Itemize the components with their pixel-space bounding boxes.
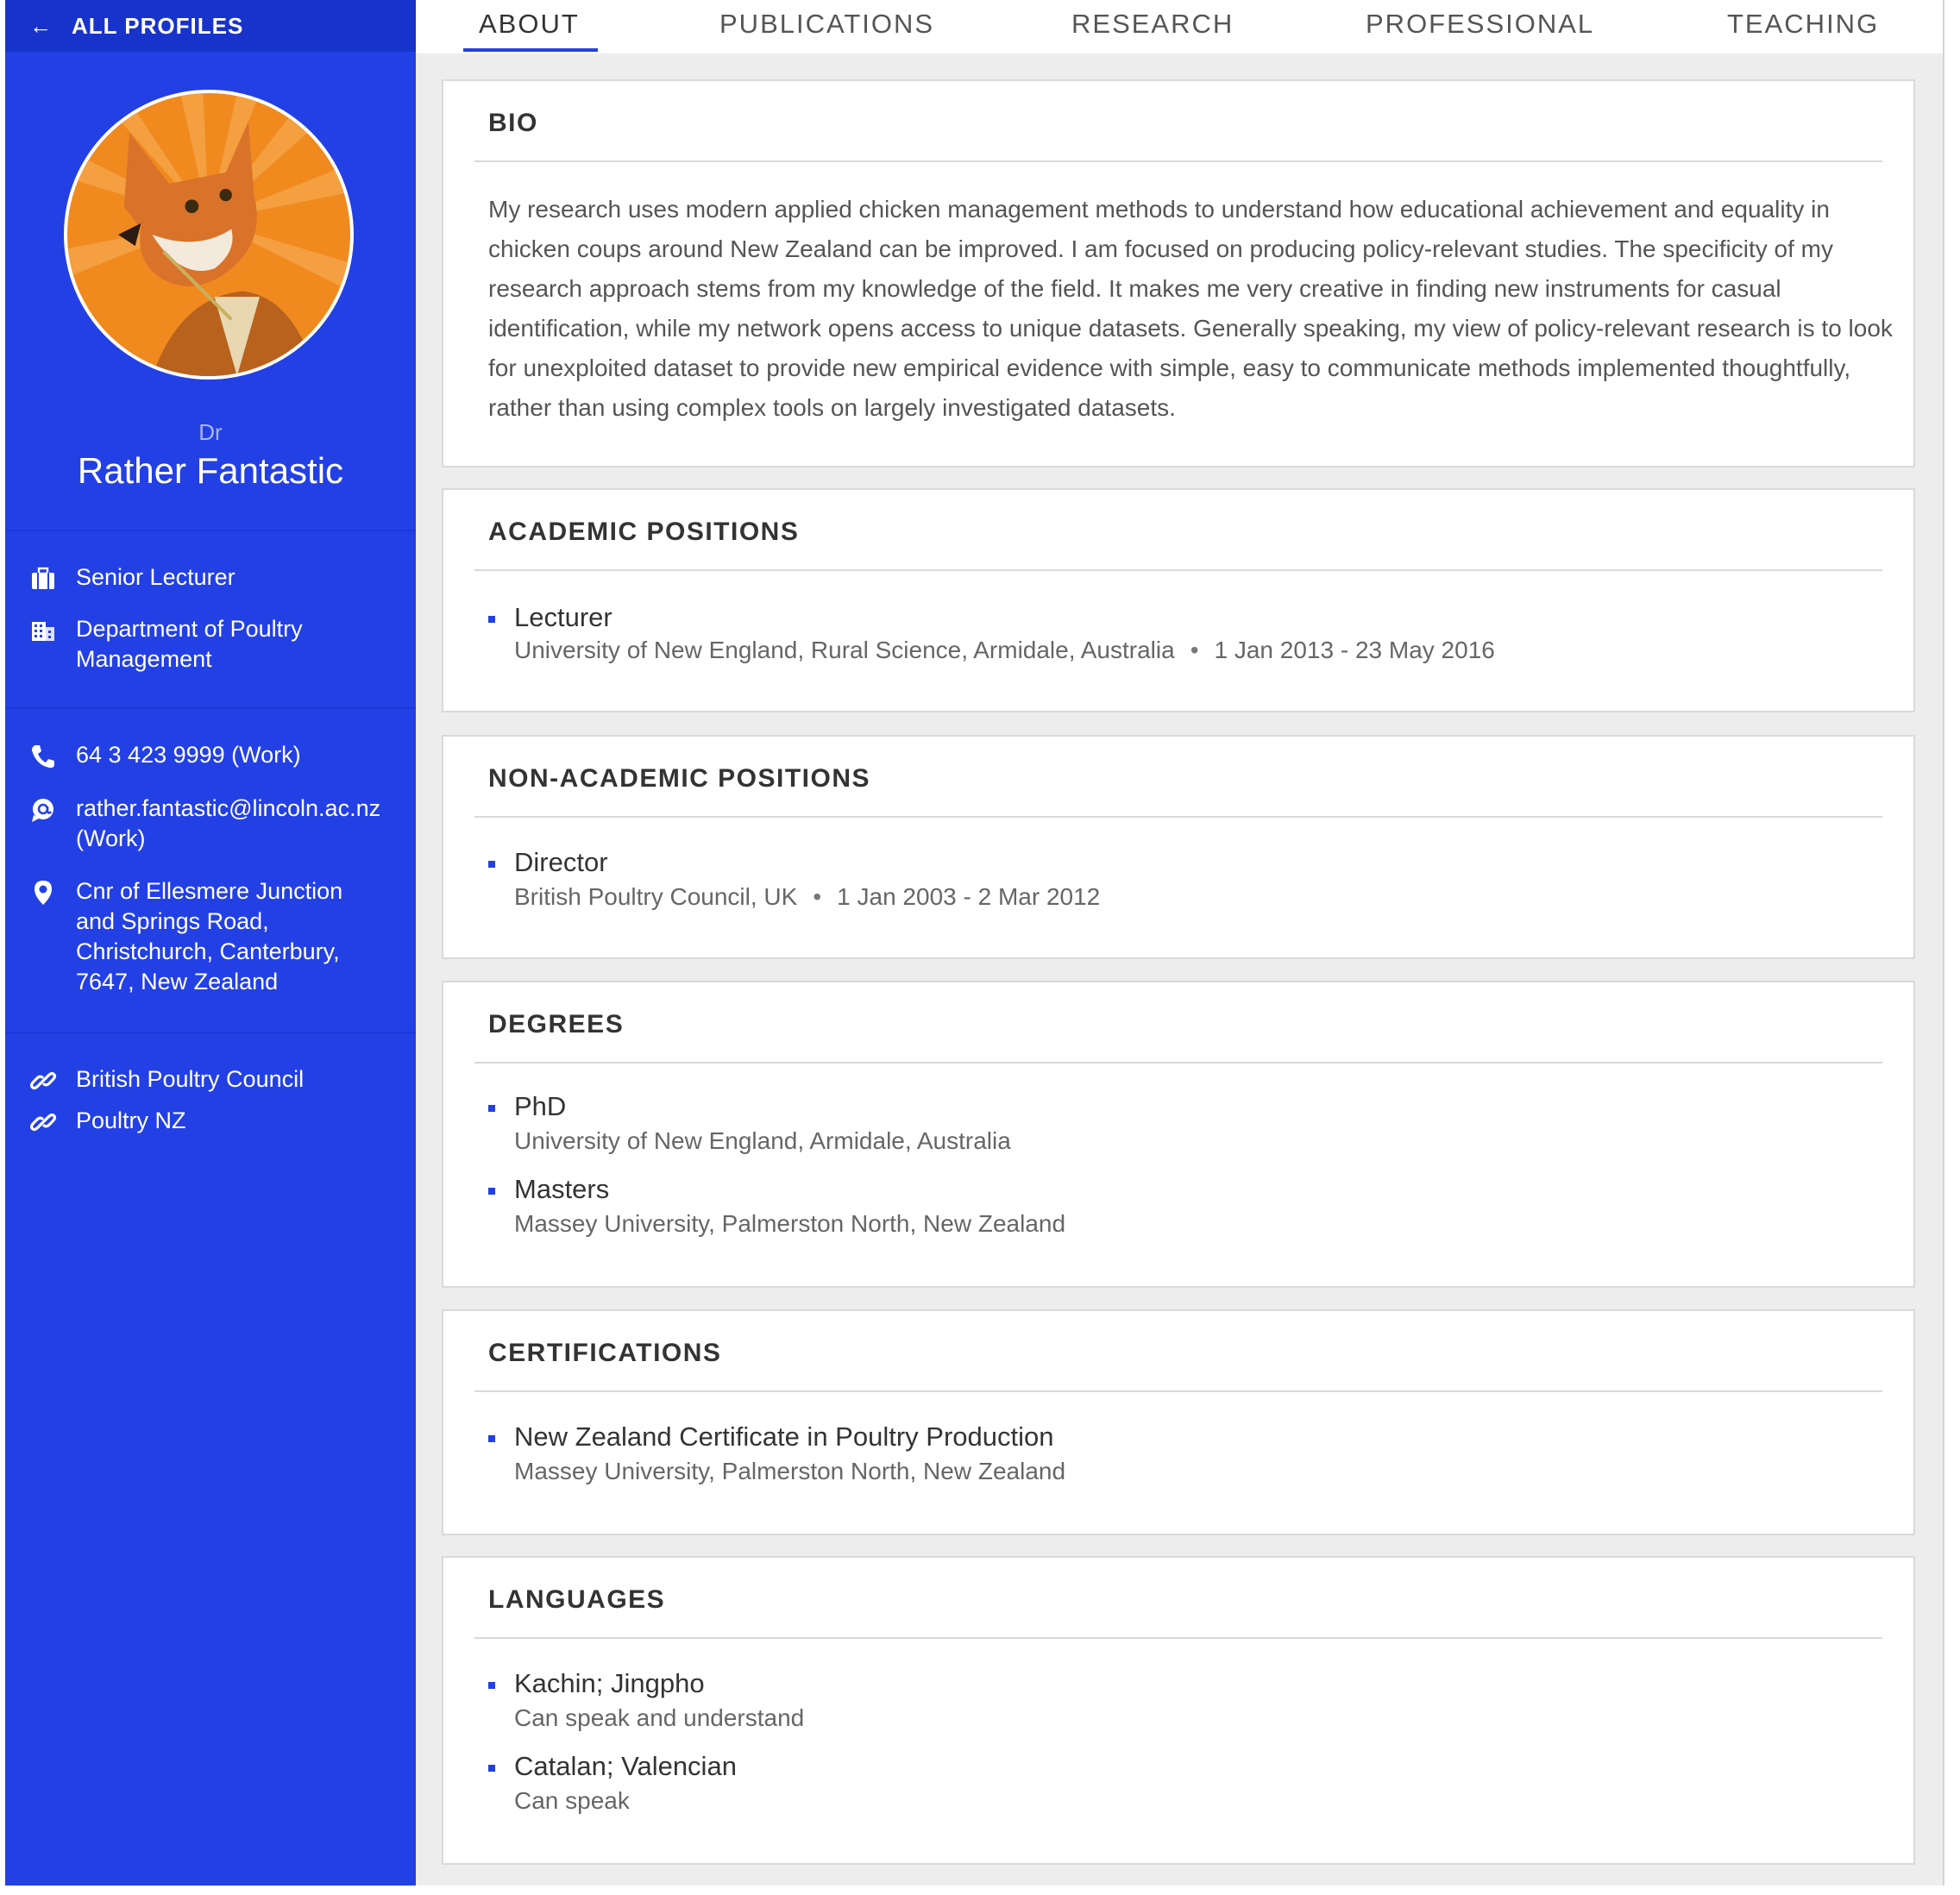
profile-tabs: ABOUT PUBLICATIONS RESEARCH PROFESSIONAL… [416,0,1943,55]
entry-title: PhD [514,1091,567,1121]
position-row: Senior Lecturer [29,562,409,593]
email-icon [29,794,67,825]
profile-name: Rather Fantastic [77,450,344,491]
bullet-icon [488,1682,495,1689]
profile-sidebar: ← ALL PROFILES Dr Rather Fantastic Senio… [5,0,416,1886]
entry-org: University of New England, Rural Science… [514,637,1175,663]
link-poultry-nz[interactable]: Poultry NZ [29,1106,409,1137]
bullet-icon [488,1105,495,1112]
dot-separator: • [1190,637,1199,663]
department-row: Department of Poultry Management [29,614,340,675]
main-content: BIO My research uses modern applied chic… [416,53,1944,1886]
languages-heading: LANGUAGES [488,1585,666,1614]
link-text: British Poultry Council [76,1066,305,1092]
entry-dates: 1 Jan 2013 - 23 May 2016 [1214,637,1495,663]
tab-teaching[interactable]: TEACHING [1727,9,1879,40]
building-icon [29,614,67,645]
email-text: rather.fantastic@lincoln.ac.nz (Work) [76,795,381,851]
entry-subtitle: Can speak [514,1787,630,1814]
academic-positions-card: ACADEMIC POSITIONS Lecturer University o… [442,488,1915,712]
tab-professional[interactable]: PROFESSIONAL [1366,9,1594,40]
degrees-heading: DEGREES [488,1010,625,1038]
card-divider [474,1062,1882,1064]
position-text: Senior Lecturer [76,564,236,590]
page-border [1943,0,1944,1886]
bullet-icon [488,1435,495,1442]
entry-subtitle: British Poultry Council, UK • 1 Jan 2003 -… [514,883,1100,911]
entry-title: Director [514,847,608,877]
degrees-card: DEGREES PhD University of New England, A… [442,981,1915,1288]
entry-org: British Poultry Council, UK [514,883,798,910]
certifications-card: CERTIFICATIONS New Zealand Certificate i… [442,1309,1915,1535]
tab-publications[interactable]: PUBLICATIONS [719,9,934,40]
academic-heading: ACADEMIC POSITIONS [488,518,800,546]
entry-title: Masters [514,1174,610,1204]
link-text: Poultry NZ [76,1108,186,1133]
phone-row[interactable]: 64 3 423 9999 (Work) [29,740,409,771]
address-text: Cnr of Ellesmere Junction and Springs Ro… [76,878,343,995]
bullet-icon [488,1765,495,1772]
bullet-icon [488,861,495,868]
nonacademic-heading: NON-ACADEMIC POSITIONS [488,764,871,793]
sidebar-divider [5,707,416,709]
profile-title-prefix: Dr [198,419,223,445]
link-icon [29,1064,67,1095]
bullet-icon [488,1188,495,1195]
all-profiles-link[interactable]: ← ALL PROFILES [5,0,416,52]
card-divider [474,1390,1882,1392]
bio-card: BIO My research uses modern applied chic… [442,79,1915,467]
entry-subtitle: Massey University, Palmerston North, New… [514,1210,1066,1237]
active-tab-indicator [463,48,598,52]
entry-subtitle: University of New England, Rural Science… [514,637,1495,664]
bio-heading: BIO [488,109,538,137]
entry-subtitle: Can speak and understand [514,1704,805,1731]
tab-research[interactable]: RESEARCH [1071,9,1234,40]
non-academic-positions-card: NON-ACADEMIC POSITIONS Director British … [442,735,1915,959]
card-divider [474,569,1882,571]
entry-title: New Zealand Certificate in Poultry Produ… [514,1421,1054,1452]
map-pin-icon [29,876,67,907]
entry-subtitle: University of New England, Armidale, Aus… [514,1127,1011,1154]
card-divider [474,816,1882,818]
certifications-heading: CERTIFICATIONS [488,1339,722,1367]
address-row: Cnr of Ellesmere Junction and Springs Ro… [29,876,374,997]
bullet-icon [488,616,495,623]
sidebar-divider [5,530,416,531]
card-divider [474,1637,1882,1639]
all-profiles-label: ALL PROFILES [72,12,244,39]
arrow-left-icon: ← [29,12,53,39]
entry-title: Lecturer [514,602,612,632]
department-text: Department of Poultry Management [76,616,303,672]
phone-text: 64 3 423 9999 (Work) [76,742,301,768]
dot-separator: • [813,883,822,910]
sidebar-divider [5,1032,416,1033]
bio-text: My research uses modern applied chicken … [488,196,1893,421]
entry-title: Catalan; Valencian [514,1751,737,1781]
avatar [64,90,354,380]
link-icon [29,1106,67,1137]
tab-about[interactable]: ABOUT [479,9,580,40]
fox-portrait-icon [67,93,350,376]
phone-icon [29,740,67,771]
languages-card: LANGUAGES Kachin; Jingpho Can speak and … [442,1556,1915,1865]
entry-title: Kachin; Jingpho [514,1668,705,1698]
link-british-poultry-council[interactable]: British Poultry Council [29,1064,409,1095]
briefcase-icon [29,562,67,593]
card-divider [474,160,1882,162]
entry-subtitle: Massey University, Palmerston North, New… [514,1458,1066,1484]
email-row[interactable]: rather.fantastic@lincoln.ac.nz (Work) [29,794,392,854]
entry-dates: 1 Jan 2003 - 2 Mar 2012 [837,883,1101,910]
